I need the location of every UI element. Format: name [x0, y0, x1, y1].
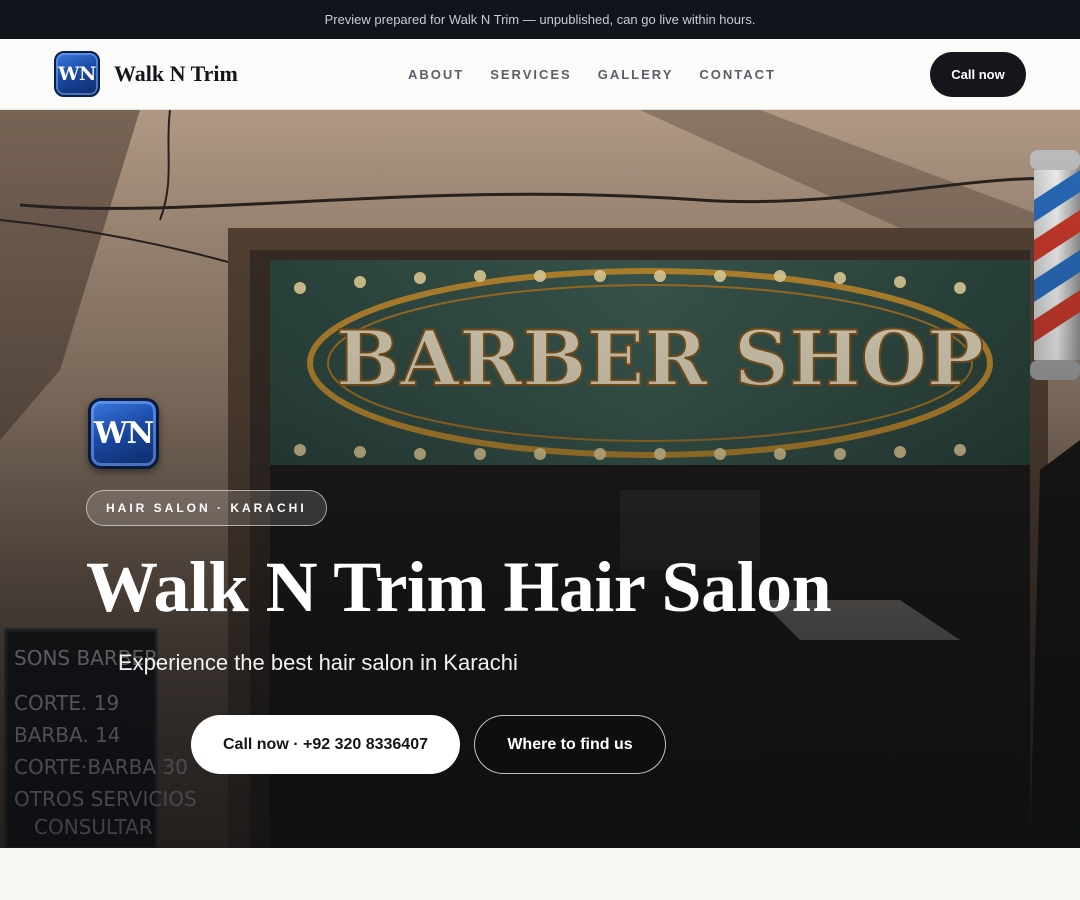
nav-contact[interactable]: CONTACT [699, 67, 776, 82]
brand-home-link[interactable]: WN Walk N Trim [54, 51, 238, 97]
hero-location-button[interactable]: Where to find us [474, 715, 666, 774]
preview-banner-text: Preview prepared for Walk N Trim — unpub… [324, 12, 756, 27]
hero-call-button[interactable]: Call now · +92 320 8336407 [191, 715, 460, 774]
hero-logo: WN [88, 398, 159, 469]
hero-title: Walk N Trim Hair Salon [86, 547, 832, 627]
site-header: WN Walk N Trim ABOUT SERVICES GALLERY CO… [0, 39, 1080, 110]
nav-about[interactable]: ABOUT [408, 67, 464, 82]
brand-name: Walk N Trim [114, 61, 238, 86]
main-nav: ABOUT SERVICES GALLERY CONTACT [408, 67, 776, 82]
header-call-button[interactable]: Call now [930, 52, 1026, 97]
nav-gallery[interactable]: GALLERY [598, 67, 674, 82]
nav-services[interactable]: SERVICES [490, 67, 572, 82]
next-section [0, 848, 1080, 900]
hero-section: BARBER SHOP SONS BARBER [0, 110, 1080, 848]
brand-logo: WN [54, 51, 100, 97]
preview-banner: Preview prepared for Walk N Trim — unpub… [0, 0, 1080, 39]
hero-subtitle: Experience the best hair salon in Karach… [118, 650, 518, 675]
hero-category-badge: HAIR SALON · KARACHI [86, 490, 327, 526]
